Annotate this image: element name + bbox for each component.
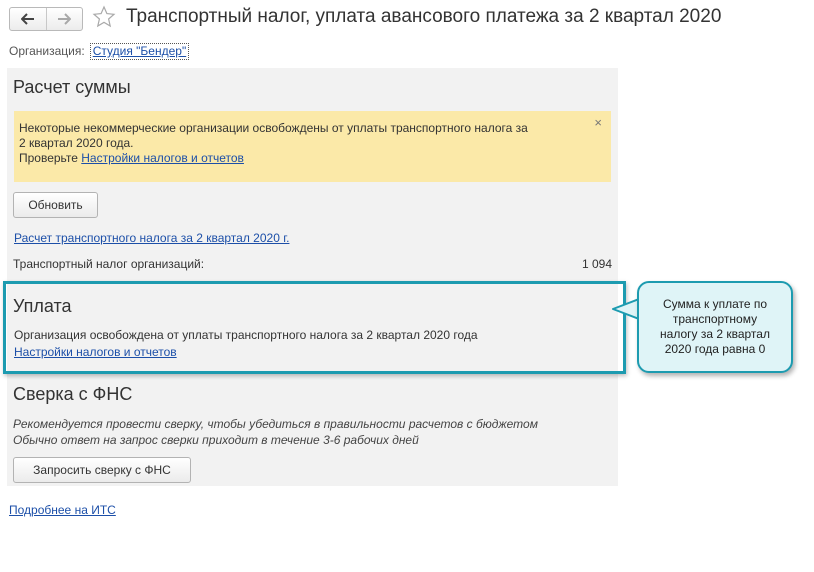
refresh-button[interactable]: Обновить — [13, 192, 98, 218]
back-button[interactable] — [10, 8, 46, 30]
organization-row: Организация: Студия "Бендер" — [9, 43, 190, 60]
callout-line-2: транспортному — [672, 312, 758, 326]
reconciliation-section-title: Сверка с ФНС — [13, 384, 133, 404]
tax-amount-label: Транспортный налог организаций: — [13, 257, 205, 271]
organization-label: Организация: — [9, 44, 85, 58]
tax-amount-value: 1 094 — [581, 257, 612, 271]
close-icon[interactable]: × — [594, 115, 602, 130]
forward-button[interactable] — [45, 8, 83, 30]
main-panel: Расчет суммы Некоторые некоммерческие ор… — [7, 68, 618, 486]
arrow-right-icon — [58, 13, 72, 25]
callout-line-4: 2020 года равна 0 — [664, 342, 766, 356]
warning-settings-link[interactable]: Настройки налогов и отчетов — [81, 151, 244, 165]
payment-highlight-frame — [3, 281, 626, 374]
calc-report-link[interactable]: Расчет транспортного налога за 2 квартал… — [14, 231, 289, 245]
callout-line-1: Сумма к уплате по — [662, 297, 768, 311]
warning-banner: Некоторые некоммерческие организации осв… — [14, 111, 611, 182]
warning-check-prefix: Проверьте — [19, 151, 78, 165]
arrow-left-icon — [20, 13, 34, 25]
its-more-link[interactable]: Подробнее на ИТС — [9, 503, 116, 517]
reconciliation-hint-1: Рекомендуется провести сверку, чтобы убе… — [13, 417, 538, 431]
favorite-button[interactable] — [92, 5, 116, 29]
warning-line-2: 2 квартал 2020 года. — [19, 136, 134, 150]
callout-note: Сумма к уплате по транспортному налогу з… — [637, 281, 793, 373]
reconciliation-hint-2: Обычно ответ на запрос сверки приходит в… — [13, 433, 419, 447]
calc-section-title: Расчет суммы — [13, 77, 131, 97]
warning-check-row: Проверьте Настройки налогов и отчетов — [19, 151, 599, 166]
organization-link[interactable]: Студия "Бендер" — [89, 43, 190, 60]
page-title: Транспортный налог, уплата авансового пл… — [126, 6, 722, 27]
request-reconciliation-button[interactable]: Запросить сверку с ФНС — [13, 457, 191, 483]
star-icon — [92, 5, 116, 28]
navigation-buttons — [9, 7, 83, 31]
warning-line-1: Некоторые некоммерческие организации осв… — [19, 121, 528, 135]
callout-line-3: налогу за 2 квартал — [660, 327, 770, 341]
